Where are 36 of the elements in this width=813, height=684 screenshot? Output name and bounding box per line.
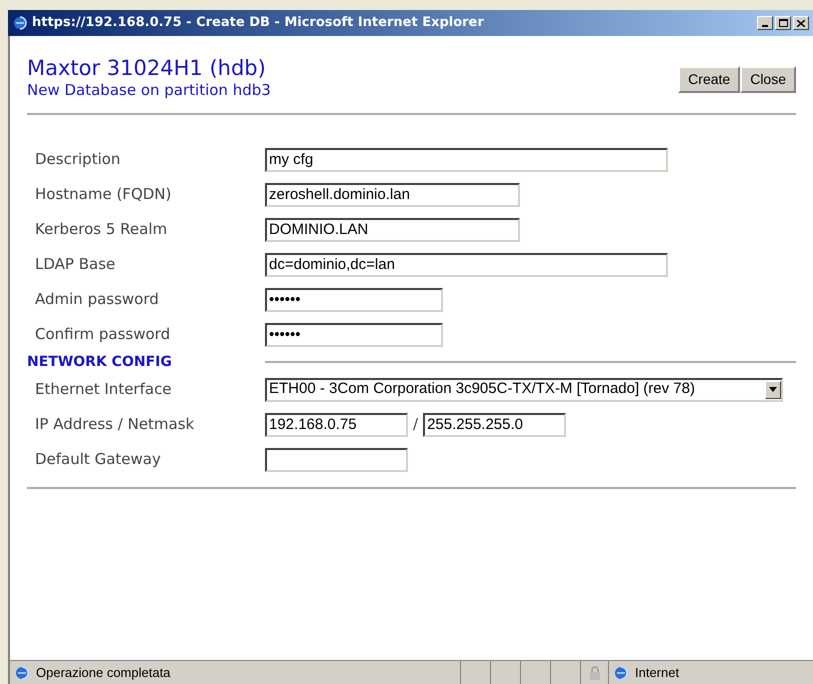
browser-icon xyxy=(12,15,28,31)
status-message: Operazione completata xyxy=(36,664,170,682)
disk-title: Maxtor 31024H1 (hdb) xyxy=(27,55,267,81)
field-label: Ethernet Interface xyxy=(35,379,173,400)
zone-label: Internet xyxy=(635,664,680,682)
text-field[interactable]: zeroshell.dominio.lan xyxy=(265,182,520,206)
lock-icon xyxy=(588,666,600,680)
ip-address-field[interactable]: 192.168.0.75 xyxy=(265,412,408,436)
text-field[interactable]: my cfg xyxy=(265,148,668,172)
field-label: Hostname (FQDN) xyxy=(35,184,172,206)
text-field[interactable]: dc=dominio,dc=lan xyxy=(265,252,668,276)
netmask-field[interactable]: 255.255.255.0 xyxy=(423,412,566,436)
page-icon xyxy=(14,664,30,680)
minimize-button[interactable] xyxy=(757,16,773,30)
window-title: https://192.168.0.75 - Create DB - Microsoft Internet Explorer xyxy=(32,14,485,32)
text-field[interactable]: •••••• xyxy=(265,288,443,312)
dialog-button[interactable]: Create xyxy=(678,66,740,93)
field-label: Description xyxy=(35,149,122,170)
section-heading: NETWORK CONFIG xyxy=(27,352,173,372)
field-label: Kerberos 5 Realm xyxy=(35,219,168,240)
close-button[interactable] xyxy=(793,16,809,30)
maximize-button[interactable] xyxy=(775,16,791,30)
field-label: Admin password xyxy=(35,289,160,310)
field-label: Default Gateway xyxy=(35,449,162,470)
text-field[interactable]: DOMINIO.LAN xyxy=(265,218,520,242)
gateway-field[interactable] xyxy=(265,448,408,472)
field-label: Confirm password xyxy=(35,324,172,346)
dialog-button[interactable]: Close xyxy=(740,66,796,93)
field-label: LDAP Base xyxy=(35,254,116,276)
interface-select[interactable]: ETH00 - 3Com Corporation 3c905C-TX/TX-M [Tornado] (rev 78) xyxy=(265,378,783,402)
separator-text: / xyxy=(413,414,418,436)
partition-subtitle: New Database on partition hdb3 xyxy=(27,81,271,99)
globe-icon xyxy=(613,664,629,680)
field-label: IP Address / Netmask xyxy=(35,414,196,436)
close-icon xyxy=(797,20,805,26)
text-field[interactable]: •••••• xyxy=(265,322,443,346)
